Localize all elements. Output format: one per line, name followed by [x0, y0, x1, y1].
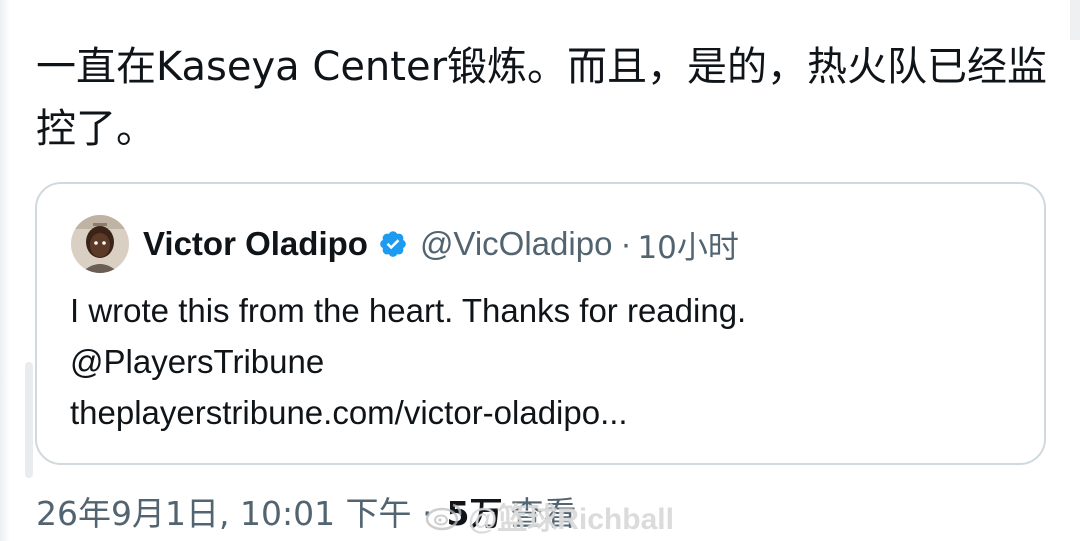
quoted-tweet-body: I wrote this from the heart. Thanks for … — [70, 285, 1030, 438]
quoted-mention-link[interactable]: @PlayersTribune — [70, 336, 1030, 387]
handle[interactable]: @VicOladipo — [420, 225, 613, 263]
views-label: 查看 — [510, 494, 577, 533]
verified-badge-icon — [378, 229, 408, 259]
tweet-screenshot: 一直在Kaseya Center锻炼。而且，是的，热火队已经监控了。 Victo… — [0, 0, 1080, 541]
separator-dot: · — [620, 225, 632, 262]
avatar-image — [71, 215, 129, 273]
left-edge-shadow — [0, 0, 10, 541]
timestamp[interactable]: 26年9月1日, 10:01 下午 · — [36, 487, 433, 535]
quoted-url-link[interactable]: theplayerstribune.com/victor-oladipo... — [70, 387, 1030, 438]
tweet-text: 一直在Kaseya Center锻炼。而且，是的，热火队已经监控了。 — [36, 44, 1048, 152]
views-count: 5万 — [446, 494, 503, 533]
quoted-line-1: I wrote this from the heart. Thanks for … — [70, 292, 747, 329]
display-name[interactable]: Victor Oladipo — [143, 225, 368, 263]
avatar[interactable] — [71, 215, 129, 273]
scrollbar[interactable] — [25, 362, 33, 478]
right-edge-shadow — [1070, 0, 1080, 40]
quoted-tweet-card[interactable]: Victor Oladipo @VicOladipo · 10小时 I wrot… — [35, 182, 1046, 465]
quoted-tweet-header: Victor Oladipo @VicOladipo · 10小时 — [71, 214, 739, 274]
post-time[interactable]: 10小时 — [637, 222, 738, 267]
tweet-meta: 26年9月1日, 10:01 下午 · 5万 查看 — [36, 488, 577, 534]
